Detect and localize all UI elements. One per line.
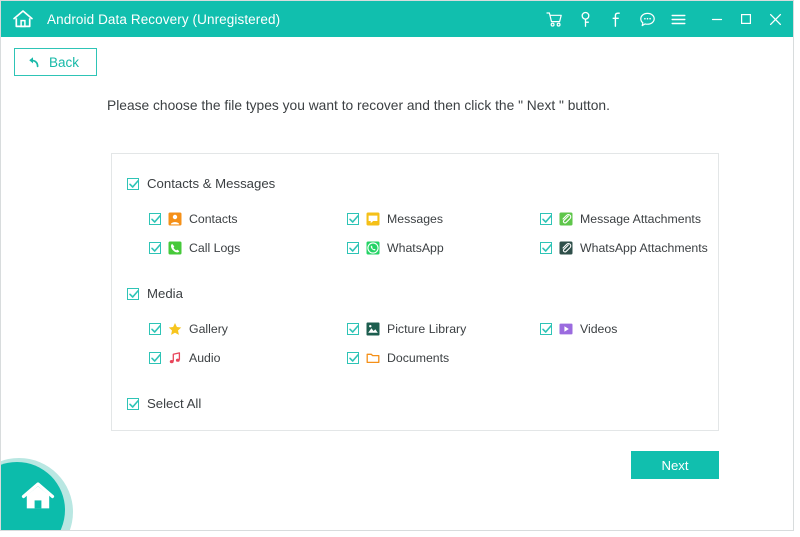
checkbox-gallery[interactable] xyxy=(149,323,161,335)
checkbox-videos[interactable] xyxy=(540,323,552,335)
group-checkbox-contacts-messages[interactable] xyxy=(127,178,139,190)
item-label-picture-library: Picture Library xyxy=(387,322,466,336)
key-icon[interactable] xyxy=(576,10,594,28)
videos-icon xyxy=(559,322,573,336)
select-all-label: Select All xyxy=(147,396,201,411)
menu-icon[interactable] xyxy=(669,10,687,28)
back-button-label: Back xyxy=(49,55,79,70)
item-call-logs[interactable]: Call Logs xyxy=(149,241,240,255)
group-header-contacts-messages[interactable]: Contacts & Messages xyxy=(127,176,275,191)
next-button-label: Next xyxy=(661,458,688,473)
item-label-audio: Audio xyxy=(189,351,220,365)
file-type-panel: Contacts & Messages Contacts xyxy=(111,153,719,431)
group-items-media: Gallery Picture Library xyxy=(127,322,718,372)
item-message-attachments[interactable]: Message Attachments xyxy=(540,212,701,226)
checkbox-whatsapp-attachments[interactable] xyxy=(540,242,552,254)
item-label-gallery: Gallery xyxy=(189,322,228,336)
group-label-media: Media xyxy=(147,286,183,301)
window-controls xyxy=(709,11,783,27)
select-all-row[interactable]: Select All xyxy=(127,396,201,411)
item-whatsapp-attachments[interactable]: WhatsApp Attachments xyxy=(540,241,708,255)
audio-icon xyxy=(168,351,182,365)
back-button[interactable]: Back xyxy=(14,48,97,76)
select-all-checkbox[interactable] xyxy=(127,398,139,410)
group-checkbox-media[interactable] xyxy=(127,288,139,300)
item-label-message-attachments: Message Attachments xyxy=(580,212,701,226)
item-label-whatsapp: WhatsApp xyxy=(387,241,444,255)
back-arrow-icon xyxy=(26,55,40,69)
group-label-contacts-messages: Contacts & Messages xyxy=(147,176,275,191)
close-button[interactable] xyxy=(767,11,783,27)
item-messages[interactable]: Messages xyxy=(347,212,443,226)
item-documents[interactable]: Documents xyxy=(347,351,449,365)
item-contacts[interactable]: Contacts xyxy=(149,212,238,226)
messages-icon xyxy=(366,212,380,226)
cart-icon[interactable] xyxy=(545,10,563,28)
chat-icon[interactable] xyxy=(638,10,656,28)
home-icon xyxy=(9,5,37,33)
call-logs-icon xyxy=(168,241,182,255)
checkbox-picture-library[interactable] xyxy=(347,323,359,335)
contacts-icon xyxy=(168,212,182,226)
item-audio[interactable]: Audio xyxy=(149,351,220,365)
item-label-messages: Messages xyxy=(387,212,443,226)
checkbox-audio[interactable] xyxy=(149,352,161,364)
message-attachments-icon xyxy=(559,212,573,226)
app-window: Android Data Recovery (Unregistered) xyxy=(0,0,794,531)
item-label-whatsapp-attachments: WhatsApp Attachments xyxy=(580,241,708,255)
item-whatsapp[interactable]: WhatsApp xyxy=(347,241,444,255)
title-bar: Android Data Recovery (Unregistered) xyxy=(1,1,793,37)
picture-library-icon xyxy=(366,322,380,336)
minimize-button[interactable] xyxy=(709,11,725,27)
next-button[interactable]: Next xyxy=(631,451,719,479)
instruction-text: Please choose the file types you want to… xyxy=(107,98,793,113)
item-label-call-logs: Call Logs xyxy=(189,241,240,255)
titlebar-icon-group xyxy=(545,10,687,28)
item-label-contacts: Contacts xyxy=(189,212,238,226)
group-items-contacts-messages: Contacts Messages xyxy=(127,212,718,262)
checkbox-whatsapp[interactable] xyxy=(347,242,359,254)
checkbox-message-attachments[interactable] xyxy=(540,213,552,225)
group-header-media[interactable]: Media xyxy=(127,286,183,301)
checkbox-documents[interactable] xyxy=(347,352,359,364)
maximize-button[interactable] xyxy=(738,11,754,27)
whatsapp-icon xyxy=(366,241,380,255)
home-icon xyxy=(21,480,55,514)
checkbox-call-logs[interactable] xyxy=(149,242,161,254)
checkbox-messages[interactable] xyxy=(347,213,359,225)
app-title: Android Data Recovery (Unregistered) xyxy=(47,12,280,27)
item-videos[interactable]: Videos xyxy=(540,322,617,336)
toolbar: Back xyxy=(1,37,793,76)
item-gallery[interactable]: Gallery xyxy=(149,322,228,336)
item-label-videos: Videos xyxy=(580,322,617,336)
checkbox-contacts[interactable] xyxy=(149,213,161,225)
item-picture-library[interactable]: Picture Library xyxy=(347,322,466,336)
home-badge[interactable] xyxy=(0,458,73,531)
facebook-icon[interactable] xyxy=(607,10,625,28)
item-label-documents: Documents xyxy=(387,351,449,365)
whatsapp-attachments-icon xyxy=(559,241,573,255)
documents-icon xyxy=(366,351,380,365)
gallery-icon xyxy=(168,322,182,336)
